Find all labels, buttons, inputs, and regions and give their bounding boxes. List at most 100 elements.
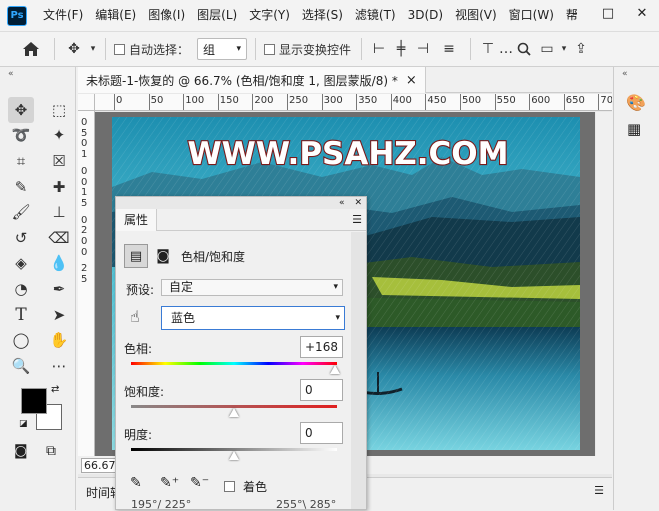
swatches-panel-icon[interactable]: ▦ — [627, 120, 641, 138]
screen-mode-icon[interactable]: ⧉ — [46, 443, 56, 459]
collapse-icon[interactable]: « — [622, 69, 628, 79]
vertical-scrollbar[interactable] — [596, 112, 612, 456]
pen-tool-icon[interactable]: ✒ — [46, 276, 72, 302]
marquee-tool-icon[interactable]: ⬚ — [46, 97, 72, 123]
path-selection-tool-icon[interactable]: ➤ — [46, 302, 72, 328]
layer-mask-icon[interactable]: ◙ — [151, 244, 175, 268]
menu-item[interactable]: 文字(Y) — [243, 0, 296, 31]
dodge-tool-icon[interactable]: ◔ — [8, 276, 34, 302]
channel-dropdown[interactable]: 蓝色 ▾ — [161, 306, 345, 330]
eyedropper-tool-icon[interactable]: ✎ — [8, 174, 34, 200]
eyedropper-minus-icon[interactable]: ✎⁻ — [190, 475, 209, 491]
hue-input[interactable]: +168 — [300, 336, 343, 358]
swap-colors-icon[interactable]: ⇄ — [51, 384, 59, 395]
align-top-icon[interactable]: ⊤ — [477, 37, 499, 61]
auto-select-checkbox[interactable]: 自动选择： — [112, 37, 191, 61]
checkbox-icon[interactable] — [264, 43, 276, 55]
move-tool-icon[interactable]: ✥ — [61, 37, 87, 61]
collapse-icon[interactable]: « — [8, 69, 14, 79]
eyedropper-plus-icon[interactable]: ✎⁺ — [160, 475, 179, 491]
hue-slider-thumb[interactable] — [329, 365, 340, 374]
workspace-icon[interactable]: ▭ — [535, 37, 559, 61]
panel-scrollbar[interactable] — [351, 232, 366, 509]
blur-tool-icon[interactable]: 💧 — [46, 251, 72, 277]
color-panel-icon[interactable]: 🎨 — [626, 93, 646, 112]
close-window-button[interactable]: ✕ — [625, 0, 659, 31]
align-center-icon[interactable]: ╪ — [390, 37, 412, 61]
close-panel-icon[interactable]: ✕ — [354, 198, 362, 208]
share-icon[interactable]: ⇪ — [569, 37, 593, 61]
more-options-icon[interactable]: … — [499, 37, 513, 61]
clone-stamp-tool-icon[interactable]: ⊥ — [46, 199, 72, 225]
auto-select-dropdown[interactable]: 组 ▾ — [197, 38, 248, 60]
checkbox-icon[interactable] — [224, 481, 235, 492]
menu-item[interactable]: 窗口(W) — [503, 0, 560, 31]
checkbox-icon[interactable] — [114, 43, 125, 55]
menu-item[interactable]: 文件(F) — [37, 0, 89, 31]
chevron-down-icon[interactable]: ▾ — [559, 37, 569, 61]
ruler-tick-label: 650 — [565, 95, 585, 106]
paint-bucket-tool-icon[interactable]: ◈ — [8, 251, 34, 277]
chevron-down-icon: ▾ — [335, 313, 340, 323]
magic-wand-tool-icon[interactable]: ✦ — [46, 123, 72, 149]
eraser-tool-icon[interactable]: ⌫ — [46, 225, 72, 251]
maximize-button[interactable]: □ — [591, 0, 625, 31]
menu-item[interactable]: 3D(D) — [402, 0, 449, 31]
range-right: 255°\ 285° — [276, 498, 337, 511]
menu-item[interactable]: 图层(L) — [191, 0, 243, 31]
saturation-slider-thumb[interactable] — [229, 408, 239, 417]
horizontal-ruler[interactable]: 0 50 100 150 200 250 300 350 400 450 500 550 600 650 7… — [95, 94, 612, 111]
ruler-tick — [321, 94, 323, 110]
healing-brush-tool-icon[interactable]: ✚ — [46, 174, 72, 200]
default-colors-icon[interactable]: ◪ — [19, 419, 28, 429]
menu-item[interactable]: 图像(I) — [142, 0, 191, 31]
targeted-adjustment-icon[interactable]: ☝ — [130, 307, 140, 326]
saturation-input[interactable]: 0 — [300, 379, 343, 401]
divider — [361, 38, 363, 60]
brush-tool-icon[interactable]: 🖌 — [8, 199, 34, 225]
more-tools-icon[interactable]: ⋯ — [46, 353, 72, 379]
quick-mask-icon[interactable]: ◙ — [14, 443, 28, 459]
foreground-color-swatch[interactable] — [21, 388, 47, 414]
menu-item[interactable]: 视图(V) — [449, 0, 503, 31]
document-tab[interactable]: 未标题-1-恢复的 @ 66.7% (色相/饱和度 1, 图层蒙版/8) * × — [78, 67, 426, 93]
lightness-slider-thumb[interactable] — [229, 451, 239, 460]
ruler-tick-label: 200 — [254, 95, 274, 106]
menu-bar: Ps 文件(F) 编辑(E) 图像(I) 图层(L) 文字(Y) 选择(S) 滤镜(T) 3D… — [0, 0, 659, 31]
history-brush-tool-icon[interactable]: ↺ — [8, 225, 34, 251]
document-title: 未标题-1-恢复的 @ 66.7% (色相/饱和度 1, 图层蒙版/8) * — [86, 73, 398, 88]
search-icon[interactable] — [513, 37, 535, 61]
colorize-checkbox[interactable]: 着色 — [224, 478, 267, 495]
preset-dropdown[interactable]: 自定 ▾ — [161, 279, 343, 296]
minimize-button[interactable]: – — [557, 0, 591, 31]
menu-item[interactable]: 滤镜(T) — [349, 0, 402, 31]
close-tab-icon[interactable]: × — [406, 73, 417, 88]
frame-tool-icon[interactable]: ☒ — [46, 148, 72, 174]
panel-menu-icon[interactable]: ☰ — [594, 484, 604, 497]
adjustment-icon[interactable]: ▤ — [124, 244, 148, 268]
menu-item[interactable]: 编辑(E) — [89, 0, 142, 31]
eyedropper-icon[interactable]: ✎ — [130, 475, 142, 491]
hue-slider[interactable] — [131, 362, 337, 365]
collapse-panel-icon[interactable]: « — [339, 198, 345, 208]
hand-tool-icon[interactable]: ✋ — [46, 327, 72, 353]
lightness-input[interactable]: 0 — [300, 422, 343, 444]
properties-tab[interactable]: 属性 — [116, 208, 158, 231]
move-tool-icon[interactable]: ✥ — [8, 97, 34, 123]
photoshop-logo[interactable]: Ps — [7, 5, 27, 26]
menu-item[interactable]: 选择(S) — [296, 0, 349, 31]
vertical-ruler[interactable]: 05010015020025 — [78, 111, 95, 456]
ellipse-tool-icon[interactable]: ◯ — [8, 327, 34, 353]
show-transform-checkbox[interactable]: 显示变换控件 — [262, 37, 353, 61]
type-tool-icon[interactable]: T — [8, 302, 34, 328]
zoom-tool-icon[interactable]: 🔍 — [8, 353, 34, 379]
lasso-tool-icon[interactable]: ➰ — [8, 123, 34, 149]
home-icon[interactable] — [14, 37, 48, 61]
align-right-icon[interactable]: ⊣ — [412, 37, 434, 61]
distribute-icon[interactable]: ≡ — [434, 37, 464, 61]
align-left-icon[interactable]: ⊢ — [368, 37, 390, 61]
chevron-down-icon[interactable]: ▾ — [87, 37, 99, 61]
ruler-tick-label: 450 — [427, 95, 447, 106]
panel-menu-icon[interactable]: ☰ — [352, 213, 362, 226]
crop-tool-icon[interactable]: ⌗ — [8, 148, 34, 174]
